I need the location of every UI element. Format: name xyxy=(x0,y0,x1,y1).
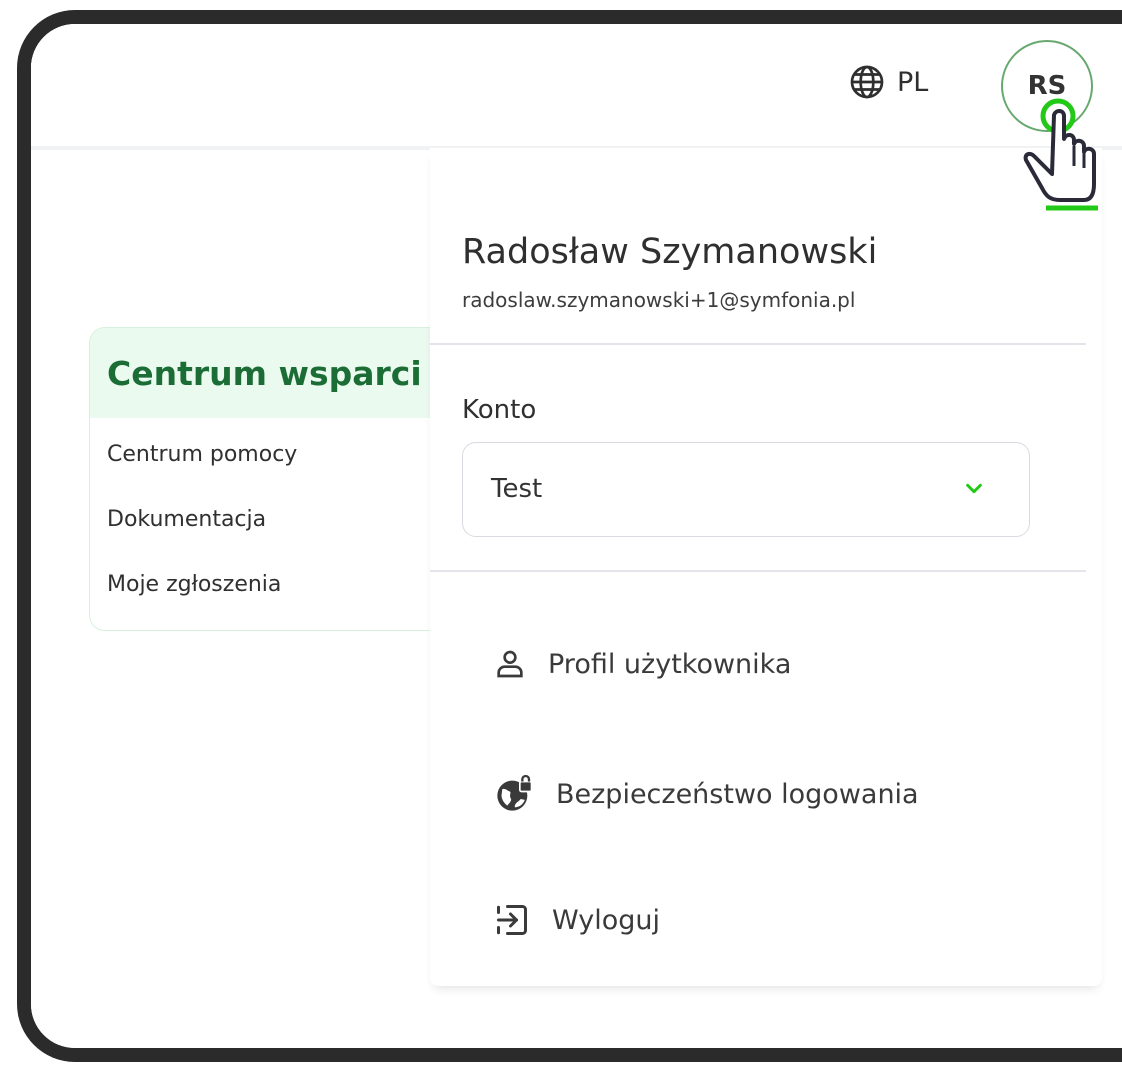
menu-item-login-security[interactable]: Bezpieczeństwo logowania xyxy=(494,764,919,824)
globe-icon xyxy=(850,65,884,99)
user-icon xyxy=(497,650,523,678)
menu-item-logout[interactable]: Wyloguj xyxy=(494,890,660,950)
logout-icon xyxy=(497,905,527,935)
account-select[interactable]: Test xyxy=(462,442,1030,537)
secure-globe-icon xyxy=(497,774,533,811)
divider xyxy=(430,343,1086,345)
user-full-name: Radosław Szymanowski xyxy=(462,232,878,272)
device-frame: PL RS Centrum wsparci Centrum pomocy Dok… xyxy=(17,10,1122,1062)
menu-item-user-profile[interactable]: Profil użytkownika xyxy=(494,634,791,694)
account-dropdown-menu: Radosław Szymanowski radoslaw.szymanowsk… xyxy=(430,148,1102,986)
chevron-down-icon xyxy=(966,483,982,494)
language-switcher[interactable]: PL xyxy=(849,64,928,100)
language-code: PL xyxy=(897,66,929,98)
top-header: PL RS xyxy=(31,24,1122,150)
divider xyxy=(430,570,1086,572)
account-select-value: Test xyxy=(491,474,543,504)
account-label: Konto xyxy=(462,395,537,425)
menu-item-label: Profil użytkownika xyxy=(548,648,792,680)
user-email: radoslaw.szymanowski+1@symfonia.pl xyxy=(462,288,856,312)
app-screen: PL RS Centrum wsparci Centrum pomocy Dok… xyxy=(31,24,1122,1048)
pointer-hand-icon xyxy=(1023,98,1098,211)
menu-item-label: Bezpieczeństwo logowania xyxy=(556,778,919,810)
menu-item-label: Wyloguj xyxy=(552,904,660,936)
